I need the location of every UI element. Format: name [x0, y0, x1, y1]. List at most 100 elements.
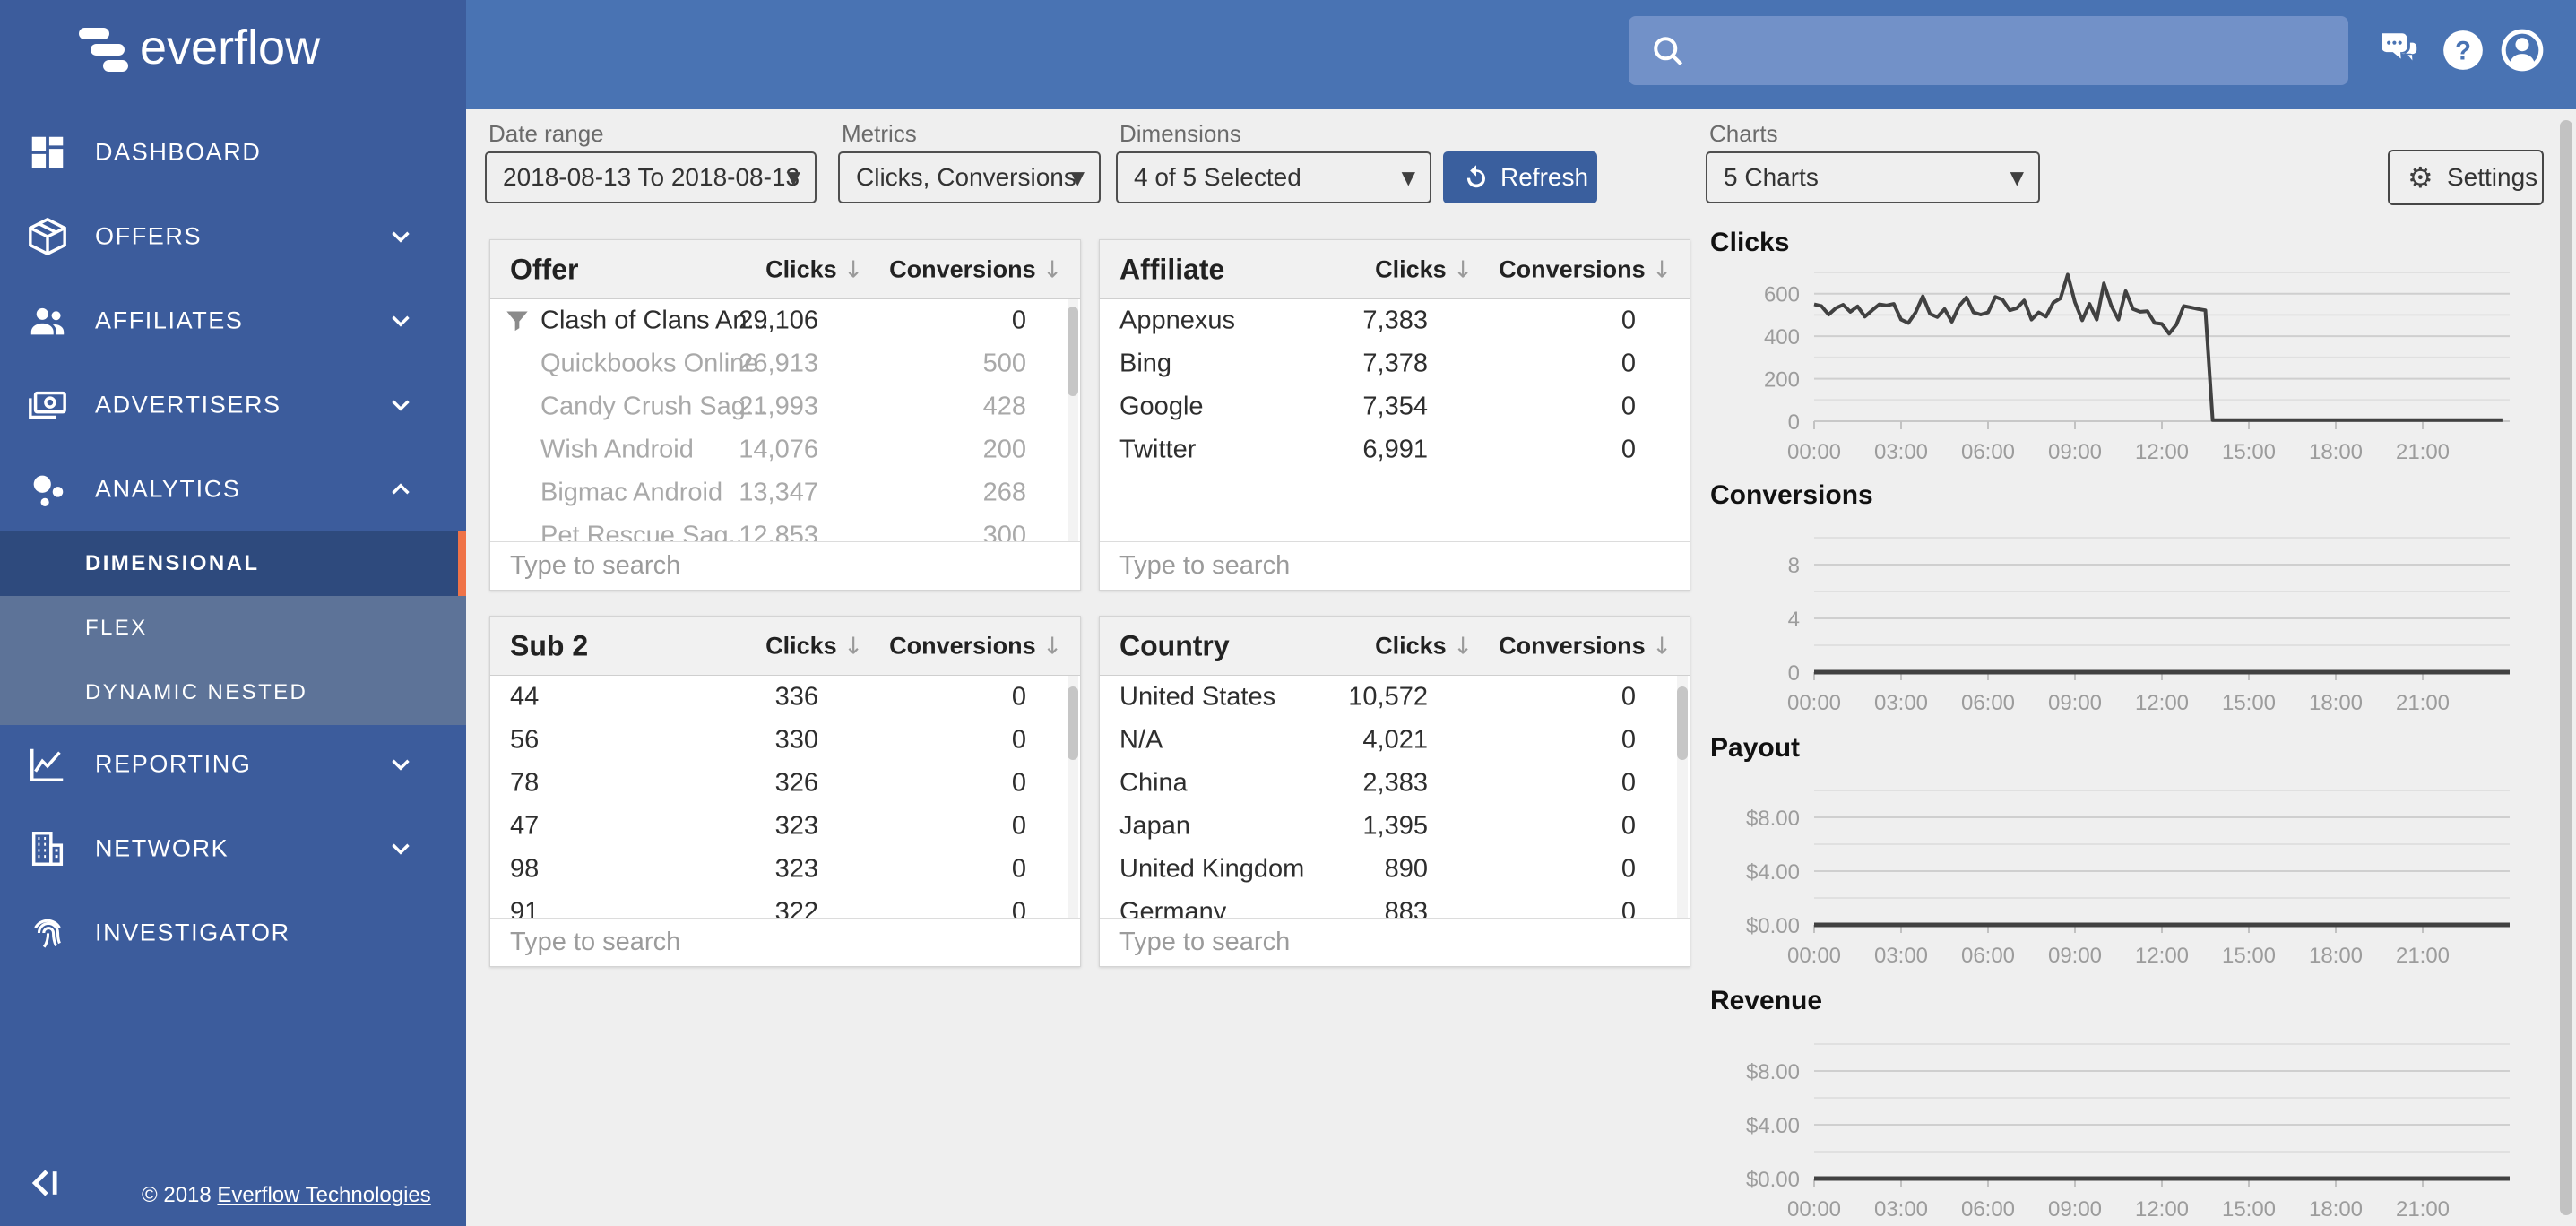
row-conv: 0: [1621, 306, 1636, 335]
sidebar-item-investigator[interactable]: INVESTIGATOR: [0, 891, 466, 975]
scrollbar-thumb[interactable]: [1677, 686, 1688, 760]
table-row[interactable]: 78 326 0: [490, 762, 1080, 805]
sort-clicks[interactable]: Clicks ↓: [765, 255, 863, 283]
collapse-sidebar-icon[interactable]: [27, 1163, 66, 1206]
sidebar-item-advertisers[interactable]: ADVERTISERS: [0, 363, 466, 447]
row-clicks: 326: [774, 768, 818, 798]
table-row[interactable]: Google 7,354 0: [1100, 385, 1690, 428]
caret-down-icon: ▼: [786, 167, 800, 188]
search-input[interactable]: [510, 542, 1042, 590]
search-input[interactable]: [1119, 919, 1651, 966]
metrics-dropdown[interactable]: Clicks, Conversions ▼: [838, 151, 1101, 203]
row-name: Pet Rescue Sag...: [540, 521, 750, 544]
account-icon[interactable]: [2500, 27, 2545, 73]
svg-text:18:00: 18:00: [2309, 1197, 2363, 1222]
table-row[interactable]: Candy Crush Sag... 21,993 428: [490, 385, 1080, 428]
svg-text:12:00: 12:00: [2135, 691, 2189, 715]
row-clicks: 883: [1384, 897, 1428, 920]
panel-title: Affiliate: [1119, 253, 1225, 285]
sidebar-item-network[interactable]: NETWORK: [0, 807, 466, 891]
help-icon[interactable]: ?: [2441, 27, 2485, 73]
table-row[interactable]: Bigmac Android 13,347 268: [490, 471, 1080, 514]
table-row[interactable]: 91 322 0: [490, 891, 1080, 920]
sidebar-item-reporting[interactable]: REPORTING: [0, 722, 466, 807]
table-row[interactable]: Quickbooks Online 26,913 500: [490, 342, 1080, 385]
chevron-down-icon: [385, 833, 416, 864]
sidebar-item-dimensional[interactable]: DIMENSIONAL: [0, 531, 466, 596]
dimensions-dropdown[interactable]: 4 of 5 Selected ▼: [1116, 151, 1431, 203]
table-row[interactable]: Bing 7,378 0: [1100, 342, 1690, 385]
table-row[interactable]: 56 330 0: [490, 719, 1080, 762]
sidebar-item-dashboard[interactable]: DASHBOARD: [0, 110, 466, 194]
table-row[interactable]: 44 336 0: [490, 676, 1080, 719]
sort-conversions[interactable]: Conversions ↓: [889, 632, 1062, 660]
table-row[interactable]: Wish Android 14,076 200: [490, 428, 1080, 471]
sidebar: everflow DASHBOARD OFFERS AFFILIATES ADV…: [0, 0, 466, 1226]
table-row[interactable]: N/A 4,021 0: [1100, 719, 1690, 762]
date-range-label: Date range: [488, 120, 604, 147]
svg-text:00:00: 00:00: [1787, 440, 1841, 464]
table-row[interactable]: 98 323 0: [490, 848, 1080, 891]
row-conv: 0: [1621, 725, 1636, 755]
settings-button[interactable]: ⚙ Settings: [2388, 150, 2544, 205]
copyright-text: © 2018: [142, 1183, 218, 1207]
sort-conversions[interactable]: Conversions ↓: [1499, 255, 1672, 283]
row-conv: 0: [1011, 306, 1026, 335]
topbar: ?: [466, 0, 2576, 109]
table-row[interactable]: United States 10,572 0: [1100, 676, 1690, 719]
svg-text:$0.00: $0.00: [1746, 1168, 1800, 1192]
sidebar-item-offers[interactable]: OFFERS: [0, 194, 466, 279]
row-conv: 0: [1011, 682, 1026, 712]
sort-conversions[interactable]: Conversions ↓: [1499, 632, 1672, 660]
row-clicks: 890: [1384, 854, 1428, 884]
svg-text:03:00: 03:00: [1874, 440, 1928, 464]
search-input[interactable]: [510, 919, 1042, 966]
sidebar-item-flex[interactable]: FLEX: [0, 596, 466, 660]
sidebar-item-affiliates[interactable]: AFFILIATES: [0, 279, 466, 363]
sort-clicks[interactable]: Clicks ↓: [1375, 632, 1473, 660]
chevron-up-icon: [385, 474, 416, 505]
row-conv: 0: [1011, 811, 1026, 841]
sort-conversions[interactable]: Conversions ↓: [889, 255, 1062, 283]
row-clicks: 330: [774, 725, 818, 755]
table-row[interactable]: Clash of Clans An... 29,106 0: [490, 299, 1080, 342]
svg-text:09:00: 09:00: [2048, 944, 2102, 968]
row-clicks: 4,021: [1362, 725, 1428, 755]
svg-text:15:00: 15:00: [2222, 691, 2276, 715]
search-input[interactable]: [1119, 542, 1651, 590]
table-row[interactable]: Japan 1,395 0: [1100, 805, 1690, 848]
table-row[interactable]: Pet Rescue Sag... 12,853 300: [490, 514, 1080, 544]
table-row[interactable]: China 2,383 0: [1100, 762, 1690, 805]
sidebar-item-analytics[interactable]: ANALYTICS: [0, 447, 466, 531]
refresh-button[interactable]: Refresh: [1443, 151, 1597, 203]
row-clicks: 7,378: [1362, 349, 1428, 378]
table-row[interactable]: United Kingdom 890 0: [1100, 848, 1690, 891]
scrollbar-thumb[interactable]: [1068, 306, 1078, 396]
caret-down-icon: ▼: [1070, 167, 1085, 188]
row-conv: 0: [1011, 768, 1026, 798]
page-scrollbar-thumb[interactable]: [2560, 120, 2572, 1215]
sidebar-item-dynamic-nested[interactable]: DYNAMIC NESTED: [0, 660, 466, 725]
charts-dropdown[interactable]: 5 Charts ▼: [1706, 151, 2040, 203]
table-row[interactable]: 47 323 0: [490, 805, 1080, 848]
chat-icon[interactable]: [2376, 27, 2421, 73]
row-clicks: 13,347: [739, 478, 818, 507]
everflow-logo[interactable]: everflow: [79, 20, 320, 75]
svg-text:8: 8: [1788, 554, 1800, 578]
sort-clicks[interactable]: Clicks ↓: [765, 632, 863, 660]
charts-value: 5 Charts: [1724, 163, 1819, 191]
svg-text:$8.00: $8.00: [1746, 1060, 1800, 1084]
table-body: Clash of Clans An... 29,106 0 Quickbooks On…: [490, 299, 1080, 543]
sort-clicks[interactable]: Clicks ↓: [1375, 255, 1473, 283]
copyright: © 2018 Everflow Technologies: [142, 1183, 431, 1208]
date-range-dropdown[interactable]: 2018-08-13 To 2018-08-13 ▼: [485, 151, 817, 203]
copyright-link[interactable]: Everflow Technologies: [217, 1183, 430, 1207]
table-row[interactable]: Appnexus 7,383 0: [1100, 299, 1690, 342]
scrollbar-thumb[interactable]: [1068, 686, 1078, 760]
row-clicks: 2,383: [1362, 768, 1428, 798]
table-row[interactable]: Twitter 6,991 0: [1100, 428, 1690, 471]
reporting-icon: [27, 744, 68, 785]
table-row[interactable]: Germany 883 0: [1100, 891, 1690, 920]
global-search-input[interactable]: [1629, 16, 2348, 85]
metrics-label: Metrics: [842, 120, 917, 147]
